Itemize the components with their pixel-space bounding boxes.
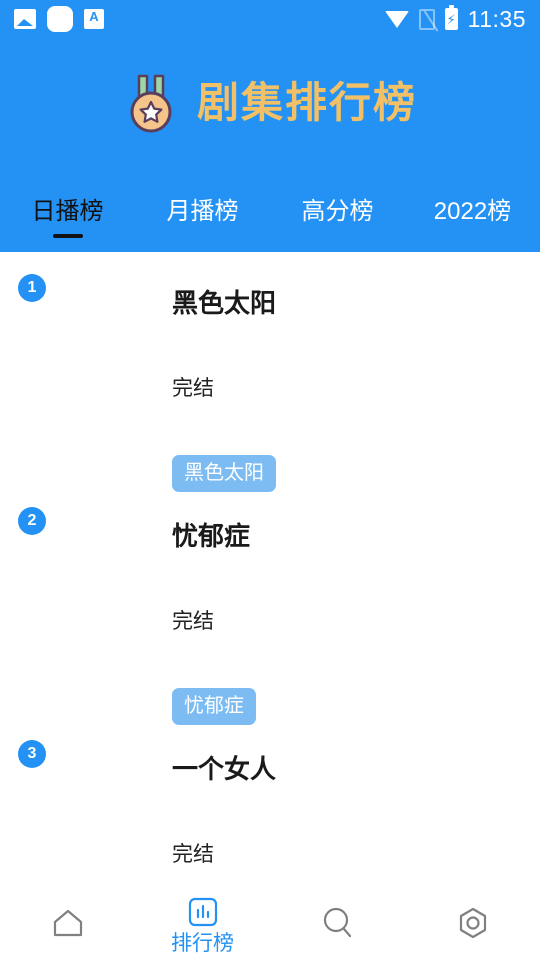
- battery-charging-icon: ⚡: [444, 5, 458, 30]
- status-bar: A ⚡ 11:35: [0, 0, 540, 38]
- tab-active-indicator: [52, 234, 83, 238]
- item-title[interactable]: 黑色太阳: [172, 252, 522, 316]
- list-item[interactable]: 3 一个女人 完结: [0, 718, 540, 886]
- tab-high-score[interactable]: 高分榜: [270, 190, 405, 238]
- ranking-list[interactable]: 1 黑色太阳 完结 黑色太阳 2 忧郁症 完结 忧郁症 3 一个女人 完结: [0, 252, 540, 886]
- list-item[interactable]: 2 忧郁症 完结 忧郁症: [0, 485, 540, 725]
- nav-item-home[interactable]: [0, 886, 135, 960]
- status-bar-right: ⚡ 11:35: [384, 5, 526, 33]
- nav-item-settings[interactable]: [405, 886, 540, 960]
- list-item[interactable]: 1 黑色太阳 完结 黑色太阳: [0, 252, 540, 492]
- image-icon: [14, 9, 36, 29]
- medal-icon: [123, 72, 179, 134]
- home-icon: [51, 904, 85, 942]
- list-item-body: 忧郁症 完结 忧郁症: [172, 485, 522, 725]
- list-item-body: 黑色太阳 完结 黑色太阳: [172, 252, 522, 492]
- wifi-icon: [384, 10, 409, 28]
- app-root: A ⚡ 11:35 剧集排行榜 日播榜 月播榜 高分榜 2022榜 1 黑色太阳…: [0, 0, 540, 960]
- chart-icon: [187, 893, 219, 931]
- nav-item-ranking[interactable]: 排行榜: [135, 886, 270, 960]
- item-tag-row: 忧郁症: [172, 632, 522, 725]
- tab-monthly-label: 月播榜: [166, 198, 239, 225]
- tab-2022-label: 2022榜: [433, 198, 512, 225]
- translate-icon: A: [84, 9, 104, 29]
- list-item-body: 一个女人 完结: [172, 718, 522, 865]
- rounded-square-icon: [47, 6, 73, 32]
- item-title[interactable]: 忧郁症: [172, 485, 522, 549]
- sim-disabled-icon: [418, 8, 435, 30]
- rank-badge: 3: [18, 740, 46, 768]
- rank-badge: 2: [18, 507, 46, 535]
- item-tag-row: 黑色太阳: [172, 399, 522, 492]
- page-title: 剧集排行榜: [196, 79, 417, 126]
- settings-hex-icon: [455, 904, 491, 942]
- status-bar-clock: 11:35: [467, 5, 526, 32]
- search-icon: [320, 904, 356, 942]
- tab-daily[interactable]: 日播榜: [0, 190, 135, 238]
- header: A ⚡ 11:35 剧集排行榜 日播榜 月播榜 高分榜 2022榜: [0, 0, 540, 252]
- item-status: 完结: [172, 377, 214, 400]
- bottom-navigation: 排行榜: [0, 886, 540, 960]
- tab-bar: 日播榜 月播榜 高分榜 2022榜: [0, 190, 540, 252]
- item-status: 完结: [172, 610, 214, 633]
- item-status: 完结: [172, 843, 214, 866]
- rank-badge: 1: [18, 274, 46, 302]
- page-title-row: 剧集排行榜: [0, 72, 540, 134]
- nav-item-search[interactable]: [270, 886, 405, 960]
- tab-monthly[interactable]: 月播榜: [135, 190, 270, 238]
- tab-2022[interactable]: 2022榜: [405, 190, 540, 238]
- nav-item-ranking-label: 排行榜: [171, 931, 234, 955]
- item-title[interactable]: 一个女人: [172, 718, 522, 782]
- tab-high-score-label: 高分榜: [301, 198, 374, 225]
- tab-daily-label: 日播榜: [31, 198, 104, 225]
- status-bar-left: A: [14, 6, 104, 32]
